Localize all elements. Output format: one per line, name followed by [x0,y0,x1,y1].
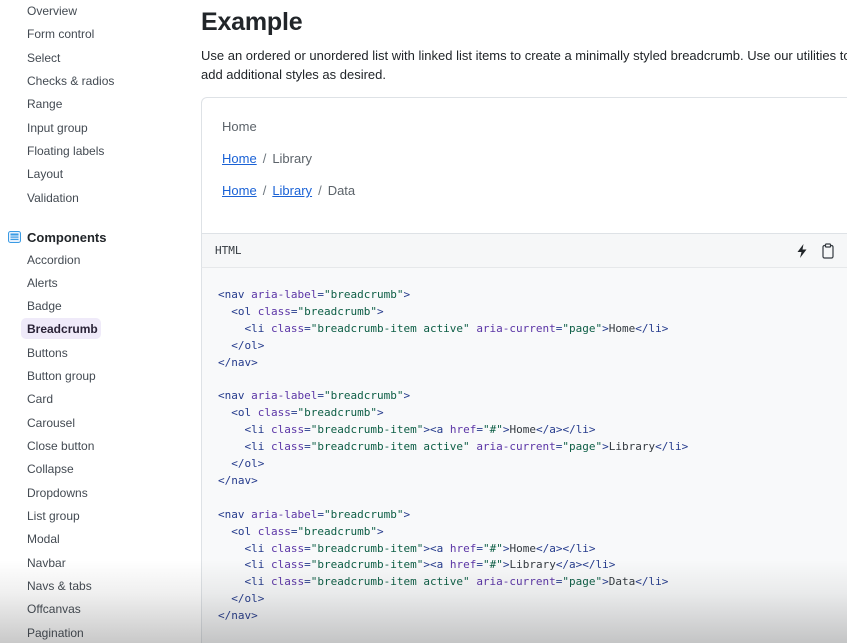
breadcrumb-link-home[interactable]: Home [222,151,257,166]
sidebar-item-collapse[interactable]: Collapse [27,461,74,477]
sidebar-item-close-button[interactable]: Close button [27,438,94,454]
code-line: <li class="breadcrumb-item active" aria-… [218,575,669,589]
breadcrumb-divider: / [318,183,322,198]
breadcrumb-current: Library [272,151,313,166]
code-line: <nav aria-label="breadcrumb"> [218,389,411,403]
code-line: <li class="breadcrumb-item active" aria-… [218,440,689,454]
code-line: <li class="breadcrumb-item active" aria-… [218,321,669,335]
sidebar-item-carousel[interactable]: Carousel [27,415,75,431]
section-lead: Use an ordered or unordered list with li… [201,48,847,82]
code-line: <ol class="breadcrumb"> [218,406,384,420]
breadcrumb: Home / Library / Data [222,183,355,198]
sidebar-item-badge[interactable]: Badge [27,298,62,314]
sidebar-item-select[interactable]: Select [27,50,60,66]
sidebar-item-accordion[interactable]: Accordion [27,252,80,268]
sidebar-item-navs-tabs[interactable]: Navs & tabs [27,578,92,594]
sidebar-item-form-control[interactable]: Form control [27,26,94,42]
code-line: <li class="breadcrumb-item"><a href="#">… [218,558,616,572]
sidebar-item-range[interactable]: Range [27,96,62,112]
breadcrumb-divider: / [262,151,267,166]
sidebar-item-pagination[interactable]: Pagination [27,625,84,641]
code-line: </nav> [218,609,258,623]
sidebar-item-list-group[interactable]: List group [27,508,80,524]
sidebar-item-breadcrumb[interactable]: Breadcrumb [27,321,98,337]
docs-sidebar: Components Overview Form control Select Che… [0,0,190,643]
sidebar-item-overview[interactable]: Overview [27,3,77,19]
code-line: </ol> [218,457,265,470]
sidebar-item-alerts[interactable]: Alerts [27,275,58,291]
breadcrumb: Home [222,119,257,134]
breadcrumb-example-preview: Home Home / Library Home / Library / Data [201,97,847,234]
breadcrumb-link-home[interactable]: Home [222,183,257,198]
sidebar-item-dropdowns[interactable]: Dropdowns [27,485,88,501]
code-header: HTML [201,233,847,268]
breadcrumb-divider: / [262,183,267,198]
code-line: <li class="breadcrumb-item"><a href="#">… [218,541,596,555]
code-language-label: HTML [215,244,242,257]
sidebar-item-floating-labels[interactable]: Floating labels [27,143,104,159]
sidebar-item-offcanvas[interactable]: Offcanvas [27,601,81,617]
sidebar-item-validation[interactable]: Validation [27,190,79,206]
code-line: <ol class="breadcrumb"> [218,304,384,318]
sidebar-heading-label: Components [27,229,107,245]
breadcrumb-link-library[interactable]: Library [272,183,312,198]
code-snippet: <nav aria-label="breadcrumb"> <ol class=… [201,268,847,643]
breadcrumb: Home / Library [222,151,312,166]
breadcrumb-current: Data [327,183,356,198]
sidebar-item-checks-radios[interactable]: Checks & radios [27,73,114,89]
code-line: </ol> [218,592,265,606]
clipboard-icon[interactable] [820,243,836,259]
code-line: </ol> [218,338,265,352]
page-title: Example [201,8,303,36]
code-line: <nav aria-label="breadcrumb"> [218,507,411,521]
sidebar-heading-components[interactable]: Components [8,228,106,246]
code-line: <ol class="breadcrumb"> [218,524,384,538]
sidebar-item-buttons[interactable]: Buttons [27,345,68,361]
bolt-icon[interactable] [795,243,809,259]
sidebar-item-modal[interactable]: Modal [27,531,60,547]
sidebar-item-layout[interactable]: Layout [27,166,63,182]
code-line: <li class="breadcrumb-item"><a href="#">… [218,423,596,437]
sidebar-item-navbar[interactable]: Navbar [27,555,66,571]
breadcrumb-current: Home [222,119,257,134]
sidebar-item-button-group[interactable]: Button group [27,368,96,384]
sidebar-item-input-group[interactable]: Input group [27,120,88,136]
sidebar-item-card[interactable]: Card [27,391,53,407]
code-line: <nav aria-label="breadcrumb"> [218,288,411,301]
code-line: </nav> [218,473,258,487]
components-icon [8,231,21,243]
code-line: </nav> [218,355,258,369]
